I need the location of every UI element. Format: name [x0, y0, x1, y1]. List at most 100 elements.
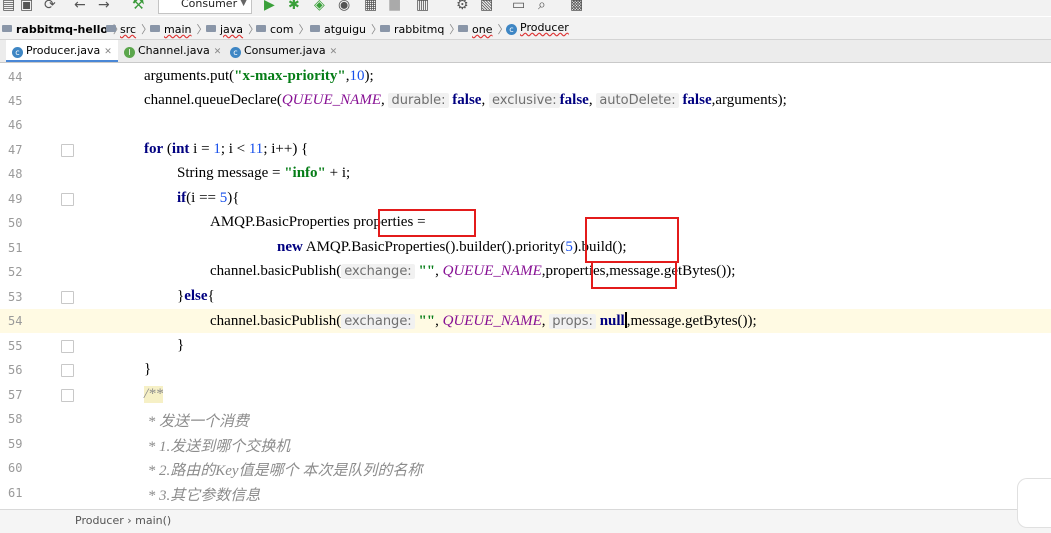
code-line: 57 /** — [0, 383, 1051, 407]
sync-icon[interactable]: ⟳ — [44, 0, 56, 14]
main-toolbar: ▤ ▣ ⟳ ← → ⚒ Consumer ▼ ▶ ✱ ◈ ◉ ▦ ■ ▥ ⚙ ▧… — [0, 0, 1051, 16]
line-number: 56 — [8, 363, 23, 377]
coverage-icon[interactable]: ◈ — [314, 0, 325, 14]
highlight-box-priority — [585, 217, 679, 263]
class-icon: c — [506, 24, 517, 35]
line-number: 45 — [8, 94, 23, 108]
folder-icon — [106, 25, 116, 32]
editor-tabs: c Producer.java ✕ I Channel.java ✕ c Consumer… — [0, 40, 1051, 63]
breadcrumb-main[interactable]: main 〉 — [150, 21, 207, 37]
fold-marker-icon[interactable] — [61, 144, 74, 157]
code-line: 60 * 2.路由的Key值是哪个 本次是队列的名称 — [0, 456, 1051, 480]
build-icon[interactable]: ⚒ — [132, 0, 145, 14]
close-icon[interactable]: ✕ — [214, 47, 222, 57]
tab-label: Consumer.java — [244, 44, 326, 57]
code-text: channel.basicPublish(exchange: "", QUEUE… — [210, 312, 757, 329]
param-hint: durable: — [388, 93, 449, 108]
line-number: 58 — [8, 412, 23, 426]
line-number: 54 — [8, 314, 23, 328]
code-text: }else{ — [177, 288, 215, 304]
breadcrumb-label: one — [472, 23, 493, 36]
line-number: 49 — [8, 192, 23, 206]
services-icon[interactable]: ▩ — [570, 0, 583, 14]
breadcrumb-label: rabbitmq — [394, 23, 445, 36]
close-icon[interactable]: ✕ — [104, 47, 112, 57]
code-text: } — [177, 337, 185, 353]
save-all-icon[interactable]: ▣ — [20, 0, 33, 14]
class-icon: c — [230, 47, 241, 58]
settings-wrench-icon[interactable]: ⚙ — [456, 0, 469, 14]
fold-marker-icon[interactable] — [61, 364, 74, 377]
run-config-selector[interactable]: Consumer ▼ — [158, 0, 252, 14]
breadcrumb-src[interactable]: src 〉 — [106, 21, 152, 37]
breadcrumb-file[interactable]: c Producer — [506, 21, 569, 35]
param-hint: exclusive: — [488, 93, 560, 108]
code-line: 61 * 3.其它参数信息 — [0, 481, 1051, 505]
forward-icon[interactable]: → — [98, 0, 110, 14]
code-line: 58 * 发送一个消费 — [0, 407, 1051, 431]
debug-icon[interactable]: ✱ — [288, 0, 300, 14]
project-structure-icon[interactable]: ▥ — [416, 0, 429, 14]
close-icon[interactable]: ✕ — [330, 47, 338, 57]
code-line: 50 AMQP.BasicProperties properties = — [0, 211, 1051, 235]
param-hint: props: — [549, 314, 596, 329]
breadcrumb-one[interactable]: one 〉 — [458, 21, 508, 37]
code-line: 52 channel.basicPublish(exchange: "", QU… — [0, 260, 1051, 284]
comment-text: /** — [144, 386, 164, 403]
fold-marker-icon[interactable] — [61, 389, 74, 402]
floating-widget[interactable] — [1017, 478, 1051, 528]
code-editor[interactable]: 44 arguments.put("x-max-priority",10); 4… — [0, 63, 1051, 509]
profile-icon[interactable]: ◉ — [338, 0, 350, 14]
save-icon[interactable]: ▤ — [2, 0, 15, 14]
tab-consumer[interactable]: c Consumer.java ✕ — [224, 40, 343, 62]
folder-icon — [380, 25, 390, 32]
code-breadcrumb[interactable]: Producer › main() — [75, 514, 171, 527]
layout-icon[interactable]: ▭ — [512, 0, 525, 14]
folder-icon — [310, 25, 320, 32]
code-line: 56 } — [0, 358, 1051, 382]
line-number: 48 — [8, 167, 23, 181]
fold-marker-icon[interactable] — [61, 291, 74, 304]
project-name: rabbitmq-hello — [16, 23, 108, 36]
breadcrumb-label: main — [164, 23, 192, 36]
param-hint: autoDelete: — [596, 93, 679, 108]
breadcrumb-label: src — [120, 23, 137, 36]
line-number: 57 — [8, 388, 23, 402]
tab-label: Channel.java — [138, 44, 210, 57]
breadcrumb-atguigu[interactable]: atguigu 〉 — [310, 21, 382, 37]
code-line: 51 new AMQP.BasicProperties().builder().… — [0, 236, 1051, 260]
attach-icon[interactable]: ▦ — [364, 0, 377, 14]
code-line: 46 — [0, 113, 1051, 137]
folder-icon — [206, 25, 216, 32]
line-number: 55 — [8, 339, 23, 353]
search-icon[interactable]: ⌕ — [538, 0, 546, 14]
breadcrumb-label: atguigu — [324, 23, 367, 36]
tab-producer[interactable]: c Producer.java ✕ — [6, 40, 118, 62]
sdk-icon[interactable]: ▧ — [480, 0, 493, 14]
line-number: 44 — [8, 70, 23, 84]
breadcrumb-com[interactable]: com 〉 — [256, 21, 310, 37]
breadcrumb-label: com — [270, 23, 294, 36]
folder-icon — [2, 25, 12, 32]
code-line: 59 * 1.发送到哪个交换机 — [0, 432, 1051, 456]
folder-icon — [458, 25, 468, 32]
fold-marker-icon[interactable] — [61, 340, 74, 353]
highlight-box-properties-arg — [591, 261, 677, 289]
line-number: 59 — [8, 437, 23, 451]
code-text: } — [144, 361, 152, 377]
folder-icon — [256, 25, 266, 32]
tab-channel[interactable]: I Channel.java ✕ — [118, 40, 227, 62]
code-text: String message = "info" + i; — [177, 165, 351, 181]
breadcrumb-rabbitmq[interactable]: rabbitmq 〉 — [380, 21, 460, 37]
param-hint: exchange: — [341, 314, 415, 329]
stop-icon[interactable]: ■ — [388, 0, 401, 14]
class-icon: c — [12, 47, 23, 58]
line-number: 52 — [8, 265, 23, 279]
fold-marker-icon[interactable] — [61, 193, 74, 206]
breadcrumb-java[interactable]: java 〉 — [206, 21, 259, 37]
code-line: 53 }else{ — [0, 285, 1051, 309]
line-number: 50 — [8, 216, 23, 230]
back-icon[interactable]: ← — [74, 0, 86, 14]
run-icon[interactable]: ▶ — [264, 0, 275, 14]
code-line: 48 String message = "info" + i; — [0, 162, 1051, 186]
